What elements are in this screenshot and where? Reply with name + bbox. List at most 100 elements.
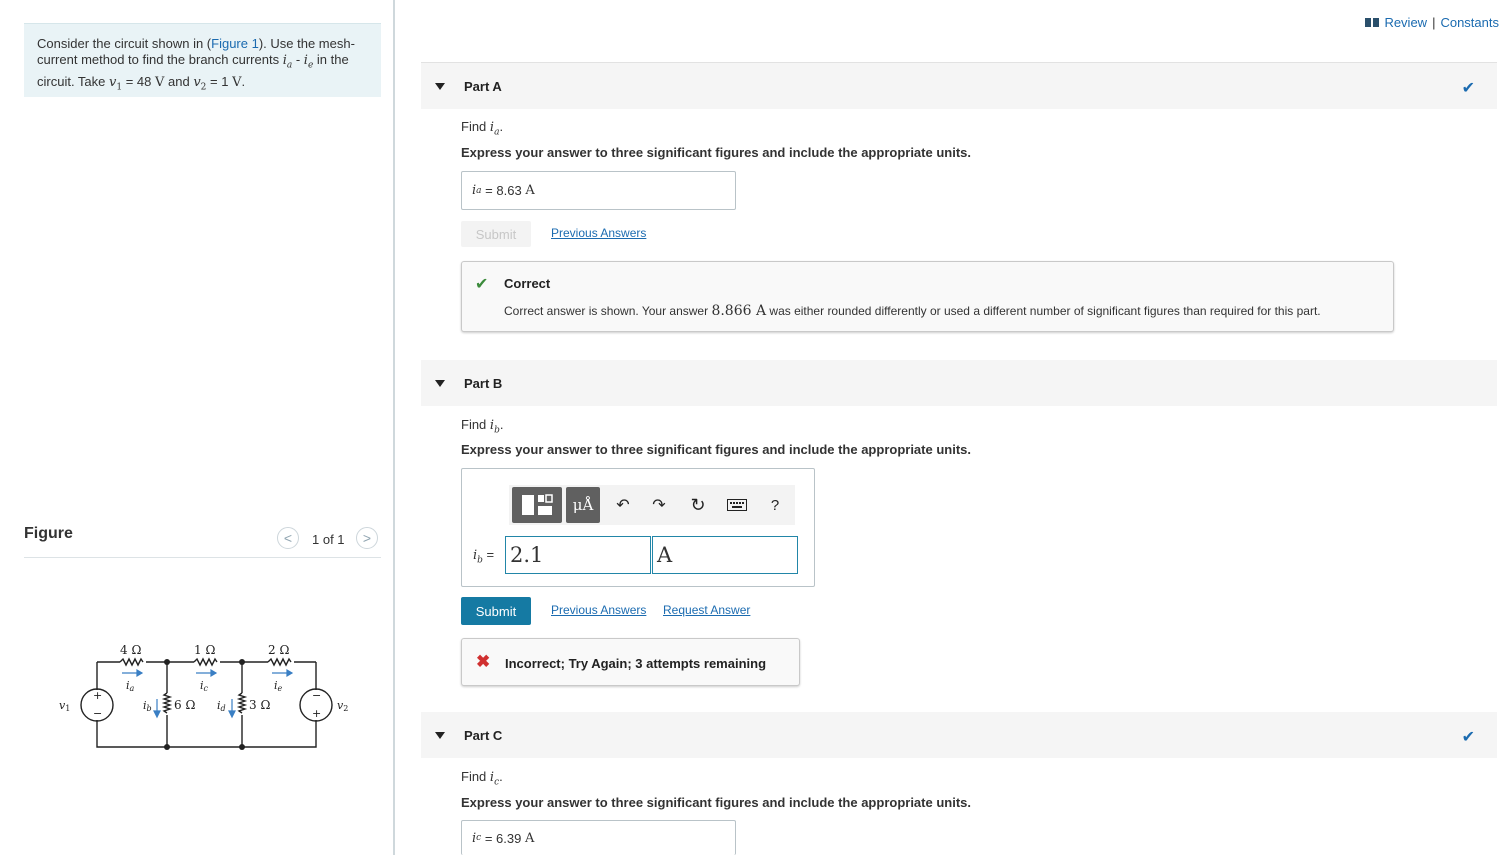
figure-divider: [24, 557, 381, 558]
caret-down-icon: [435, 379, 445, 387]
problem-text: and: [164, 73, 194, 89]
part-b-find: Find ib.: [461, 417, 503, 436]
editor-toolbar: μÅ ↶ ↷ ↻ ?: [509, 485, 795, 525]
find-text: Find: [461, 119, 490, 134]
label-r1: 1 Ω: [194, 643, 215, 657]
part-a-feedback: ✔ Correct Correct answer is shown. Your …: [461, 261, 1394, 332]
answer-unit: A: [524, 830, 535, 846]
units-button[interactable]: μÅ: [566, 487, 600, 523]
equals: =: [481, 830, 497, 846]
svg-text:ic: ic: [200, 679, 209, 693]
equals: =: [481, 183, 497, 198]
templates-icon: [522, 494, 553, 515]
label-r4: 4 Ω: [120, 643, 141, 657]
label-r6: 6 Ω: [174, 698, 195, 712]
part-c-instructions: Express your answer to three significant…: [461, 795, 971, 810]
check-icon: ✔: [475, 276, 489, 293]
keyboard-button[interactable]: [726, 497, 748, 513]
part-b-feedback: ✖ Incorrect; Try Again; 3 attempts remai…: [461, 638, 800, 686]
find-text: .: [499, 119, 504, 134]
part-a-instructions: Express your answer to three significant…: [461, 145, 971, 160]
part-c-find: Find ic.: [461, 769, 503, 788]
figure-title: Figure: [24, 525, 73, 542]
part-c-header[interactable]: Part C ✔: [421, 712, 1497, 758]
part-a-header[interactable]: Part A ✔: [421, 63, 1497, 109]
review-constants: Review | Constants: [1365, 15, 1499, 30]
part-a-previous-answers[interactable]: Previous Answers: [551, 226, 646, 240]
unit-input[interactable]: A: [652, 536, 798, 574]
label-r3: 3 Ω: [249, 698, 270, 712]
answer-editor: μÅ ↶ ↷ ↻ ? ib = 2.1 A: [461, 468, 815, 587]
part-c-answer: ic = 6.39 A: [461, 820, 736, 855]
book-icon: [1365, 18, 1380, 27]
v1-minus: −: [93, 707, 102, 720]
problem-text: = 1: [206, 73, 233, 89]
part-b-title: Part B: [464, 375, 503, 391]
separator: |: [1432, 15, 1436, 30]
svg-text:ia: ia: [126, 679, 135, 693]
equals: =: [482, 547, 495, 562]
find-text: .: [499, 769, 503, 784]
svg-text:ie: ie: [274, 679, 283, 693]
part-b-header[interactable]: Part B: [421, 360, 1497, 406]
v2-minus: −: [312, 689, 321, 702]
part-a-title: Part A: [464, 78, 502, 94]
chevron-left-icon: <: [283, 530, 293, 546]
v2-plus: +: [312, 707, 321, 720]
feedback-text: Correct answer is shown. Your answer 8.8…: [504, 303, 1321, 319]
svg-text:v2: v2: [337, 699, 348, 713]
part-a-find: Find ia.: [461, 119, 503, 138]
keyboard-icon: [727, 499, 747, 511]
label-r2: 2 Ω: [268, 643, 289, 657]
next-figure-button[interactable]: >: [356, 527, 378, 549]
svg-text:v1: v1: [59, 699, 70, 713]
part-b-instructions: Express your answer to three significant…: [461, 442, 971, 457]
templates-button[interactable]: [512, 487, 562, 523]
math-var: v: [193, 74, 201, 90]
prev-figure-button[interactable]: <: [277, 527, 299, 549]
problem-text: = 48: [122, 73, 155, 89]
request-answer-link[interactable]: Request Answer: [663, 603, 750, 617]
feedback-text: Incorrect; Try Again; 3 attempts remaini…: [505, 656, 767, 671]
find-text: Find: [461, 417, 490, 432]
caret-down-icon: [435, 731, 445, 739]
problem-text: Consider the circuit shown in (: [37, 36, 212, 51]
find-text: .: [499, 417, 504, 432]
feedback-value: 8.866 A: [711, 303, 767, 319]
answer-label: ib =: [473, 547, 494, 566]
part-c-title: Part C: [464, 727, 503, 743]
undo-icon[interactable]: ↶: [613, 495, 633, 515]
answer-unit: A: [525, 183, 535, 198]
value-input[interactable]: 2.1: [505, 536, 651, 574]
circuit-diagram: 4 Ω 1 Ω 2 Ω 6 Ω 3 Ω ia ic ie ib id v1 v2…: [59, 643, 348, 750]
check-icon: ✔: [1461, 729, 1475, 746]
figure-pager: 1 of 1: [312, 532, 345, 547]
answer-value: 8.63: [496, 183, 522, 198]
problem-text: .: [241, 73, 246, 89]
redo-icon[interactable]: ↷: [649, 495, 669, 515]
problem-statement: Consider the circuit shown in (Figure 1)…: [24, 23, 381, 97]
feedback-pre: Correct answer is shown. Your answer: [504, 304, 712, 318]
chevron-right-icon: >: [362, 530, 372, 546]
x-icon: ✖: [476, 652, 491, 671]
reset-icon[interactable]: ↻: [687, 494, 709, 516]
panel-divider[interactable]: [393, 0, 395, 855]
svg-text:id: id: [217, 699, 226, 713]
find-text: Find: [461, 769, 490, 784]
feedback-post: was either rounded differently or used a…: [766, 304, 1321, 318]
part-b-previous-answers[interactable]: Previous Answers: [551, 603, 646, 617]
caret-down-icon: [435, 82, 445, 90]
answer-value: 6.39: [496, 830, 522, 846]
constants-link[interactable]: Constants: [1440, 15, 1499, 30]
svg-text:ib: ib: [143, 699, 152, 713]
math-unit: V: [155, 74, 165, 90]
v1-plus: +: [93, 689, 102, 702]
part-a-submit-button[interactable]: Submit: [461, 221, 531, 247]
part-b-submit-button[interactable]: Submit: [461, 597, 531, 625]
figure-link[interactable]: Figure 1: [211, 36, 259, 51]
problem-text: -: [292, 52, 304, 67]
feedback-title: Correct: [504, 276, 551, 291]
part-a-answer: ia = 8.63 A: [461, 171, 736, 210]
review-link[interactable]: Review: [1384, 15, 1427, 30]
help-button[interactable]: ?: [765, 495, 785, 515]
